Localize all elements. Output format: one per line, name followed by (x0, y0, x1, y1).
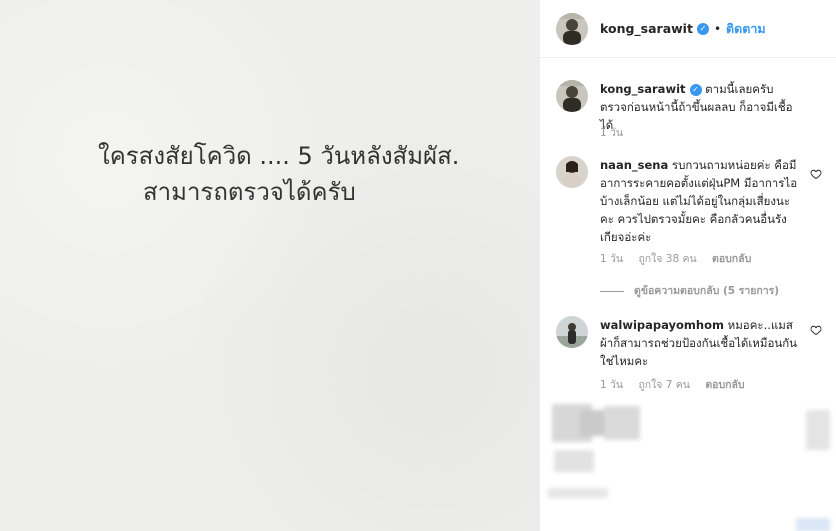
post-header: kong_sarawit ✓ • ติดตาม (540, 0, 836, 58)
like-heart-icon[interactable] (810, 168, 822, 180)
commenter-username[interactable]: walwipapayomhom (600, 318, 724, 332)
comment-time[interactable]: 1 วัน (600, 379, 623, 391)
post-text-line-2: สามารถตรวจได้ครับ (143, 178, 356, 206)
view-replies-label: ดูข้อความตอบกลับ (5 รายการ) (634, 285, 780, 297)
post-text-line-1: ใครสงสัยโควิด .... 5 วันหลังสัมผัส. (98, 142, 460, 170)
caption-time[interactable]: 1 วัน (600, 127, 623, 139)
comment-meta: 1 วัน ถูกใจ 7 คน ตอบกลับ (600, 376, 757, 393)
author-avatar[interactable] (556, 12, 588, 45)
post-image: ใครสงสัยโควิด .... 5 วันหลังสัมผัส. สามา… (0, 0, 539, 531)
author-username[interactable]: kong_sarawit (600, 21, 693, 36)
comment-time[interactable]: 1 วัน (600, 253, 623, 265)
reply-button[interactable]: ตอบกลับ (712, 253, 751, 265)
post-text: ใครสงสัยโควิด .... 5 วันหลังสัมผัส. สามา… (98, 138, 478, 210)
commenter-avatar[interactable] (556, 156, 588, 188)
replies-divider (600, 290, 624, 292)
caption-avatar[interactable] (556, 80, 588, 112)
comment-body: walwipapayomhom หมอคะ..แมสผ้าก็สามารถช่ว… (600, 316, 800, 370)
commenter-username[interactable]: naan_sena (600, 158, 668, 172)
post-sidebar: kong_sarawit ✓ • ติดตาม kong_sarawit ✓ ตา… (539, 0, 836, 531)
caption-username[interactable]: kong_sarawit (600, 82, 686, 96)
verified-badge-icon: ✓ (689, 83, 702, 96)
caption-meta: 1 วัน (600, 124, 635, 141)
comment-body: naan_sena รบกวนถามหน่อยค่ะ คือมีอาการระค… (600, 156, 800, 246)
comment-meta: 1 วัน ถูกใจ 38 คน ตอบกลับ (600, 250, 763, 267)
follow-button[interactable]: ติดตาม (726, 19, 766, 39)
like-heart-icon[interactable] (810, 324, 822, 336)
comment-likes[interactable]: ถูกใจ 7 คน (638, 379, 690, 391)
comments-panel[interactable]: kong_sarawit ✓ ตามนี้เลยครับ ตรวจก่อนหน้า… (540, 58, 836, 531)
comment-item: walwipapayomhom หมอคะ..แมสผ้าก็สามารถช่ว… (556, 316, 826, 391)
commenter-avatar[interactable] (556, 316, 588, 348)
caption: kong_sarawit ✓ ตามนี้เลยครับ ตรวจก่อนหน้า… (556, 80, 826, 144)
comment-item: naan_sena รบกวนถามหน่อยค่ะ คือมีอาการระค… (556, 156, 826, 276)
comment-likes[interactable]: ถูกใจ 38 คน (638, 253, 696, 265)
reply-button[interactable]: ตอบกลับ (705, 379, 744, 391)
view-replies-button[interactable]: ดูข้อความตอบกลับ (5 รายการ) (600, 282, 779, 299)
verified-badge-icon: ✓ (696, 22, 709, 35)
separator-dot: • (713, 21, 722, 36)
